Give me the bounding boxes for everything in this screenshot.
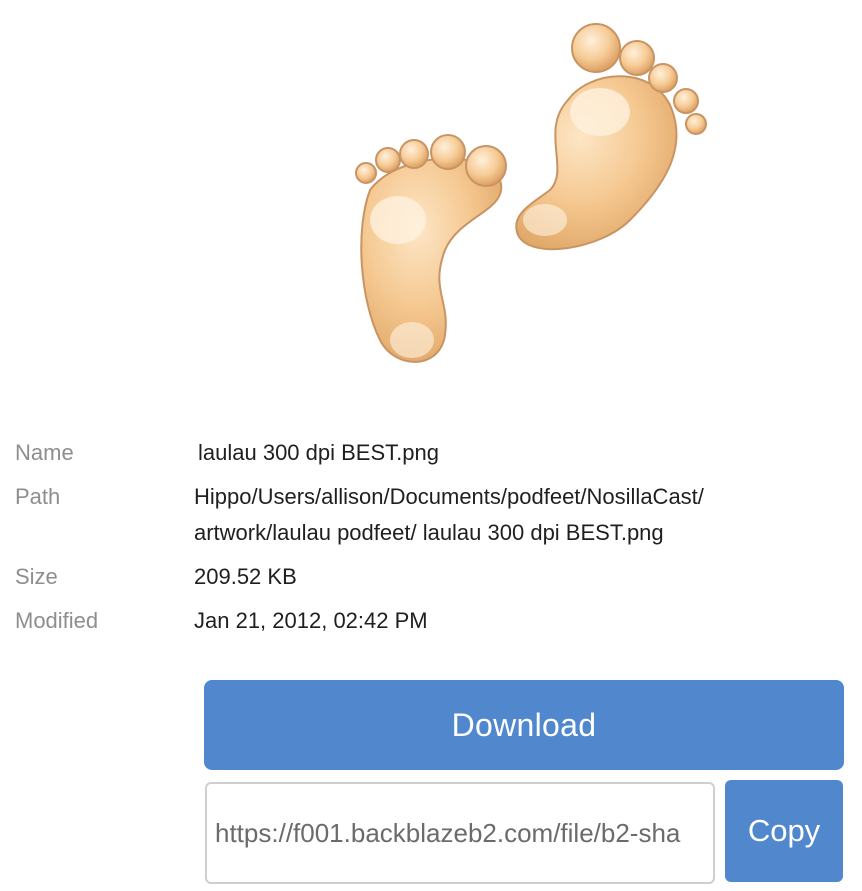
size-row: Size 209.52 KB [0, 559, 862, 599]
file-path-line-2: artwork/laulau podfeet/ laulau 300 dpi B… [194, 520, 664, 545]
path-row: Path Hippo/Users/allison/Documents/podfe… [0, 479, 862, 545]
modified-label: Modified [15, 608, 99, 633]
share-url-input[interactable] [207, 784, 713, 882]
footprints-icon [355, 23, 707, 363]
path-label: Path [15, 484, 61, 509]
file-details-panel: Name laulau 300 dpi BEST.png Path Hippo/… [0, 0, 862, 891]
left-footprint [355, 134, 507, 363]
file-preview-image [300, 0, 730, 380]
file-path-line-1: Hippo/Users/allison/Documents/podfeet/No… [194, 484, 704, 509]
size-label: Size [15, 564, 58, 589]
share-url-field[interactable] [205, 782, 715, 884]
file-path-value: Hippo/Users/allison/Documents/podfeet/No… [194, 479, 834, 551]
file-name-value: laulau 300 dpi BEST.png [198, 440, 439, 465]
modified-row: Modified Jan 21, 2012, 02:42 PM [0, 603, 862, 643]
name-row: Name laulau 300 dpi BEST.png [0, 435, 862, 475]
download-button[interactable]: Download [204, 680, 844, 770]
right-footprint [515, 23, 707, 251]
name-label: Name [15, 440, 74, 465]
modified-date-value: Jan 21, 2012, 02:42 PM [194, 608, 428, 633]
file-size-value: 209.52 KB [194, 564, 297, 589]
copy-button[interactable]: Copy [725, 780, 843, 882]
